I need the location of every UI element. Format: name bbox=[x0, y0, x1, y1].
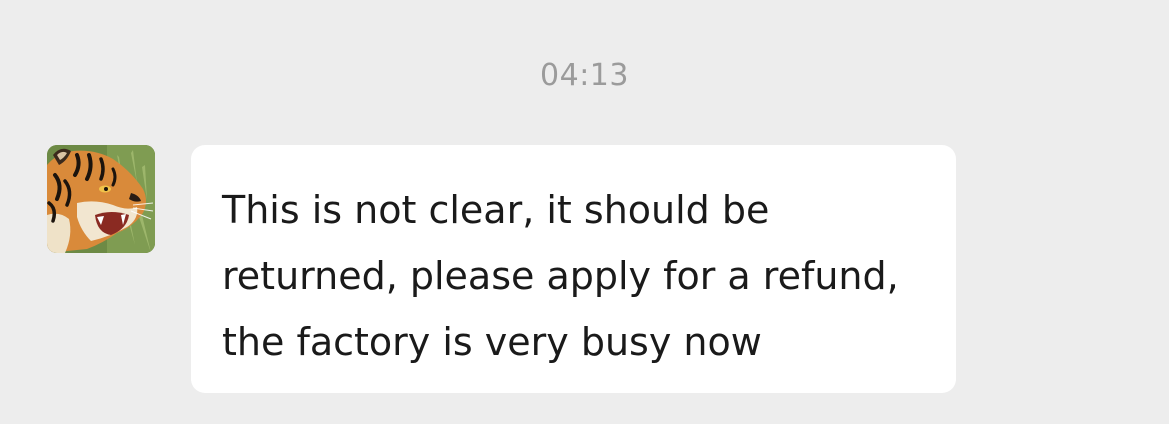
avatar[interactable] bbox=[47, 145, 155, 253]
message-bubble[interactable]: This is not clear, it should be returned… bbox=[191, 145, 956, 393]
message-timestamp: 04:13 bbox=[540, 58, 629, 93]
message-text: This is not clear, it should be returned… bbox=[222, 188, 899, 364]
chat-area[interactable]: 04:13 This is not clear, it should be re… bbox=[0, 0, 1169, 424]
tiger-avatar-image bbox=[47, 145, 155, 253]
